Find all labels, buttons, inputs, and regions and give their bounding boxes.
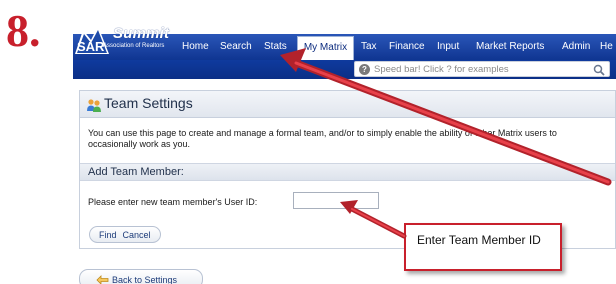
nav-stats[interactable]: Stats — [264, 34, 287, 60]
back-button-label: Back to Settings — [112, 275, 178, 284]
page-title: Team Settings — [104, 95, 193, 111]
nav-input[interactable]: Input — [437, 34, 459, 60]
annotation-callout: Enter Team Member ID — [404, 223, 562, 271]
back-arrow-icon — [96, 275, 109, 284]
panel-header: Team Settings — [80, 91, 615, 118]
speedbar-placeholder: Speed bar! Click ? for examples — [374, 64, 509, 75]
back-to-settings-button[interactable]: Back to Settings — [79, 269, 203, 284]
logo-title: Summit — [113, 25, 170, 42]
page-description: You can use this page to create and mana… — [88, 128, 557, 149]
nav-home[interactable]: Home — [182, 34, 209, 60]
help-icon[interactable]: ? — [359, 64, 370, 75]
user-id-label: Please enter new team member's User ID: — [88, 197, 258, 207]
search-icon[interactable] — [593, 64, 605, 76]
user-id-input[interactable] — [293, 192, 379, 209]
action-buttons: Find Cancel — [89, 226, 161, 243]
nav-tax[interactable]: Tax — [361, 34, 377, 60]
cancel-button[interactable]: Cancel — [123, 230, 151, 240]
nav-admin[interactable]: Admin — [562, 34, 590, 60]
nav-finance[interactable]: Finance — [389, 34, 425, 60]
team-icon — [87, 99, 101, 112]
logo-subtitle: Association of Realtors — [103, 43, 165, 49]
svg-text:SAR: SAR — [77, 39, 105, 54]
section-title: Add Team Member: — [88, 166, 184, 178]
find-button[interactable]: Find — [99, 230, 117, 240]
callout-text: Enter Team Member ID — [417, 233, 541, 247]
step-number: 8. — [6, 5, 41, 56]
logo[interactable]: SAR Summit Association of Realtors — [73, 20, 179, 60]
nav-search[interactable]: Search — [220, 34, 252, 60]
speedbar-input[interactable]: ? Speed bar! Click ? for examples — [354, 61, 610, 77]
nav-market-reports[interactable]: Market Reports — [476, 34, 544, 60]
nav-help[interactable]: He — [600, 34, 613, 60]
logo-mark-icon: SAR — [75, 26, 109, 54]
add-member-section-header: Add Team Member: — [80, 163, 615, 181]
nav-my-matrix[interactable]: My Matrix — [297, 36, 354, 60]
